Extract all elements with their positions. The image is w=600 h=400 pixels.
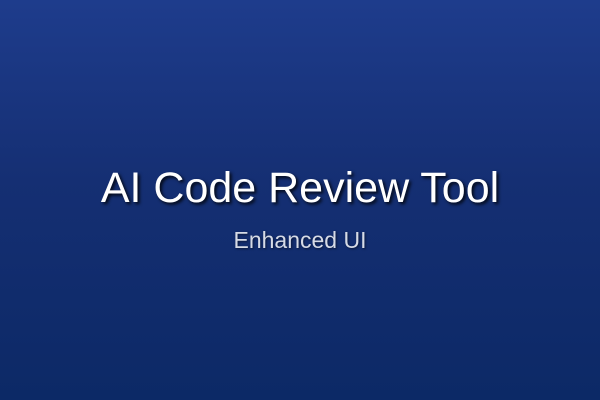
splash-screen: AI Code Review Tool Enhanced UI bbox=[0, 0, 600, 400]
app-subtitle: Enhanced UI bbox=[233, 227, 367, 253]
app-title: AI Code Review Tool bbox=[100, 164, 500, 212]
